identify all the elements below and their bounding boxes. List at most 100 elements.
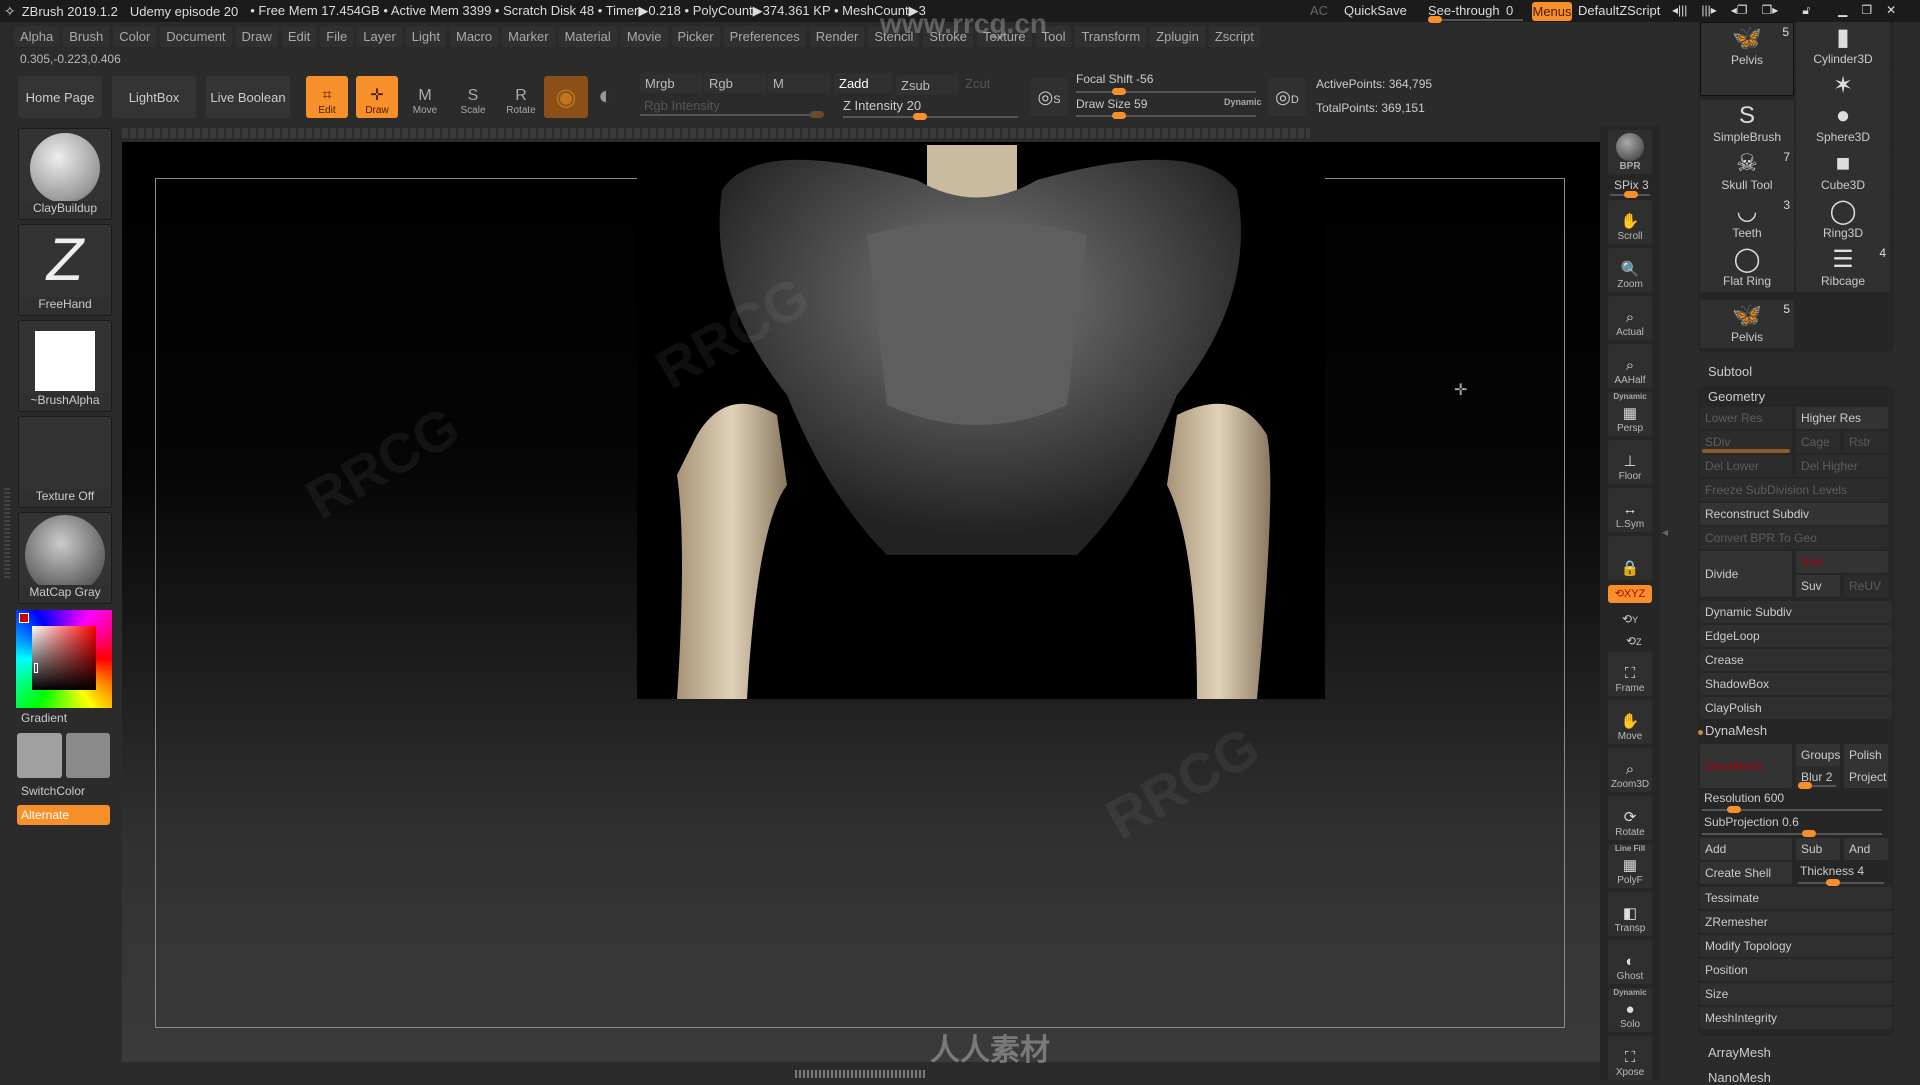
menu-macro[interactable]: Macro (449, 25, 499, 47)
color-saturation-box[interactable] (32, 626, 96, 690)
texture-selector[interactable]: Texture Off (18, 416, 112, 508)
section-size[interactable]: Size (1700, 982, 1892, 1005)
menus-button[interactable]: Menus (1532, 2, 1572, 21)
cage-button[interactable]: Cage (1796, 431, 1840, 453)
quicksave-button[interactable]: QuickSave (1344, 3, 1407, 18)
ac-button[interactable]: AC (1310, 3, 1328, 18)
freeze-subdivision-button[interactable]: Freeze SubDivision Levels (1700, 479, 1888, 501)
dynamesh-section[interactable]: DynaMesh (1705, 723, 1767, 738)
section-meshintegrity[interactable]: MeshIntegrity (1700, 1006, 1892, 1029)
secondary-color-swatch[interactable] (66, 733, 110, 778)
arraymesh-section[interactable]: ArrayMesh (1708, 1045, 1771, 1060)
polish-toggle[interactable]: Polish (1844, 744, 1888, 766)
tool-item[interactable]: ☠ Skull Tool 7 (1700, 148, 1794, 196)
groups-toggle[interactable]: Groups (1796, 744, 1840, 766)
pelvis-model-render[interactable] (637, 145, 1325, 699)
suv-toggle[interactable]: Suv (1796, 575, 1840, 597)
section-shadowbox[interactable]: ShadowBox (1700, 672, 1892, 695)
higher-res-button[interactable]: Higher Res (1796, 407, 1888, 429)
dock-actual-button[interactable]: ⌕ Actual (1608, 296, 1652, 340)
lower-res-button[interactable]: Lower Res (1700, 407, 1792, 429)
left-tray-scrollbar[interactable] (4, 488, 10, 578)
dock-persp-button[interactable]: Dynamic ▦ Persp (1608, 392, 1652, 436)
dock-ghost-button[interactable]: ◐ Ghost (1608, 940, 1652, 984)
menu-preferences[interactable]: Preferences (723, 25, 806, 47)
sub-button[interactable]: Sub (1796, 838, 1840, 860)
section-modify-topology[interactable]: Modify Topology (1700, 934, 1892, 957)
dock-rotate-button[interactable]: ⟳ Rotate (1608, 796, 1652, 840)
shrink-left-icon[interactable]: ◂||| (1672, 3, 1687, 18)
menu-stroke[interactable]: Stroke (923, 25, 973, 47)
geometry-section[interactable]: Geometry (1708, 389, 1765, 404)
next-layout-icon[interactable]: ❐▸ (1762, 3, 1779, 18)
tool-item[interactable]: ◡ Teeth 3 (1700, 196, 1794, 244)
restore-icon[interactable]: ❐ (1861, 3, 1872, 18)
menu-movie[interactable]: Movie (620, 25, 668, 47)
menu-texture[interactable]: Texture (976, 25, 1032, 47)
zsub-button[interactable]: Zsub (896, 75, 958, 95)
rgb-intensity-slider[interactable] (640, 111, 824, 118)
move-tool-button[interactable]: M Move (404, 76, 446, 118)
divide-button[interactable]: Divide (1700, 551, 1792, 597)
resolution-slider[interactable]: Resolution 600 (1700, 789, 1888, 813)
section-claypolish[interactable]: ClayPolish (1700, 696, 1892, 719)
default-zscript[interactable]: DefaultZScript (1578, 3, 1660, 18)
m-button[interactable]: M (768, 73, 830, 93)
section-edgeloop[interactable]: EdgeLoop (1700, 624, 1892, 647)
tool-item[interactable]: 🦋 Pelvis 5 (1700, 22, 1794, 96)
spix-slider[interactable] (1610, 191, 1650, 198)
rotate-z-button[interactable]: ⟲Z (1626, 634, 1642, 648)
lock-icon[interactable]: 🔓︎ (1802, 3, 1810, 18)
menu-material[interactable]: Material (558, 25, 617, 47)
dock-zoom3d-button[interactable]: ⌕ Zoom3D (1608, 748, 1652, 792)
main-color-swatch[interactable] (17, 733, 62, 778)
add-button[interactable]: Add (1700, 838, 1792, 860)
convert-bpr-button[interactable]: Convert BPR To Geo (1700, 527, 1888, 549)
menu-tool[interactable]: Tool (1035, 25, 1072, 47)
section-crease[interactable]: Crease (1700, 648, 1892, 671)
dynamic-toggle[interactable]: Dynamic (1224, 97, 1262, 107)
menu-file[interactable]: File (320, 25, 354, 47)
menu-stencil[interactable]: Stencil (868, 25, 920, 47)
bottom-tray-scrollbar[interactable] (795, 1070, 925, 1078)
section-zremesher[interactable]: ZRemesher (1700, 910, 1892, 933)
menu-color[interactable]: Color (113, 25, 157, 47)
menu-render[interactable]: Render (809, 25, 865, 47)
create-shell-button[interactable]: Create Shell (1700, 862, 1792, 884)
reuv-button[interactable]: ReUV (1844, 575, 1888, 597)
subtool-section[interactable]: Subtool (1708, 364, 1752, 379)
zadd-button[interactable]: Zadd (834, 73, 892, 93)
dock-aahalf-button[interactable]: ⌕ AAHalf (1608, 344, 1652, 388)
tool-item[interactable]: ◯ Flat Ring (1700, 244, 1794, 292)
draw-tool-button[interactable]: ✛ Draw (356, 76, 398, 118)
subprojection-slider[interactable]: SubProjection 0.6 (1700, 813, 1888, 837)
dock-zoom-button[interactable]: 🔍 Zoom (1608, 248, 1652, 292)
dock-lsym-button[interactable]: ↔ L.Sym (1608, 488, 1652, 532)
tool-item[interactable]: 🦋 Pelvis 5 (1700, 300, 1794, 348)
rotate-y-button[interactable]: ⟲Y (1622, 612, 1638, 626)
see-through-slider[interactable]: See-through 0 (1428, 2, 1528, 23)
del-higher-button[interactable]: Del Higher (1796, 455, 1888, 477)
smt-toggle[interactable]: Smt (1796, 551, 1888, 573)
home-page-button[interactable]: Home Page (18, 76, 102, 118)
stroke-selector[interactable]: Z FreeHand (18, 224, 112, 316)
menu-marker[interactable]: Marker (502, 25, 555, 47)
sdiv-slider[interactable]: SDiv (1700, 431, 1792, 453)
menu-draw[interactable]: Draw (235, 25, 278, 47)
edit-tool-button[interactable]: ⌗ Edit (306, 76, 348, 118)
dock-solo-button[interactable]: Dynamic ● Solo (1608, 988, 1652, 1032)
scale-tool-button[interactable]: S Scale (452, 76, 494, 118)
dock-frame-button[interactable]: ⛶ Frame (1608, 652, 1652, 696)
menu-layer[interactable]: Layer (357, 25, 402, 47)
minimize-icon[interactable]: ▁ (1838, 3, 1847, 18)
menu-zplugin[interactable]: Zplugin (1150, 25, 1205, 47)
switch-color-button[interactable]: SwitchColor (21, 784, 85, 798)
thickness-slider[interactable]: Thickness 4 (1796, 862, 1888, 886)
prev-layout-icon[interactable]: ◂❐ (1731, 3, 1748, 18)
menu-picker[interactable]: Picker (671, 25, 720, 47)
lazy-mouse-s-icon[interactable]: ◎S (1030, 78, 1068, 116)
section-position[interactable]: Position (1700, 958, 1892, 981)
mrgb-button[interactable]: Mrgb (640, 73, 702, 93)
project-toggle[interactable]: Project (1844, 766, 1888, 788)
menu-light[interactable]: Light (405, 25, 446, 47)
